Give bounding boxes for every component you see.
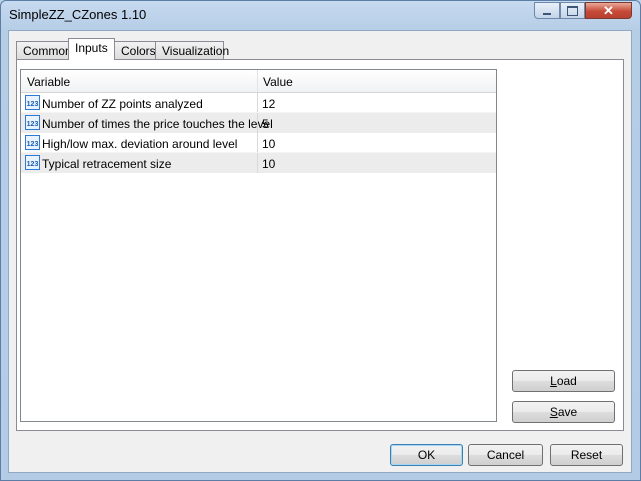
table-row[interactable]: 123 High/low max. deviation around level… (21, 133, 496, 153)
ok-button[interactable]: OK (390, 444, 463, 466)
column-divider[interactable] (257, 70, 258, 92)
tab-colors[interactable]: Colors (114, 41, 156, 60)
column-header-value[interactable]: Value (263, 75, 293, 89)
title-bar[interactable]: SimpleZZ_CZones 1.10 ✕ (1, 1, 640, 29)
save-button[interactable]: Save (512, 401, 615, 423)
numeric-123-icon: 123 (25, 155, 40, 170)
maximize-button[interactable] (560, 2, 585, 19)
numeric-123-icon: 123 (25, 135, 40, 150)
table-row[interactable]: 123 Typical retracement size 10 (21, 153, 496, 173)
table-row[interactable]: 123 Number of ZZ points analyzed 12 (21, 93, 496, 113)
load-mnemonic: L (550, 374, 557, 388)
numeric-123-icon: 123 (25, 115, 40, 130)
svg-text:123: 123 (27, 161, 39, 168)
variable-name: Number of times the price touches the le… (42, 117, 273, 131)
cell-divider (257, 113, 258, 133)
cell-divider (257, 133, 258, 153)
table-row[interactable]: 123 Number of times the price touches th… (21, 113, 496, 133)
reset-button[interactable]: Reset (550, 444, 623, 466)
variable-name: High/low max. deviation around level (42, 137, 238, 151)
cell-divider (257, 153, 258, 173)
tab-inputs[interactable]: Inputs (68, 38, 115, 60)
variable-value[interactable]: 12 (262, 97, 275, 111)
save-mnemonic: S (549, 405, 558, 419)
tab-visualization[interactable]: Visualization (155, 41, 229, 60)
close-icon: ✕ (603, 3, 614, 18)
variable-value[interactable]: 10 (262, 137, 275, 151)
cell-divider (257, 93, 258, 113)
save-label: ave (557, 405, 578, 419)
grid-header: Variable Value (21, 70, 496, 93)
minimize-icon (543, 12, 551, 15)
variable-value[interactable]: 5 (262, 117, 269, 131)
load-label: oad (556, 374, 577, 388)
cancel-button[interactable]: Cancel (468, 444, 543, 466)
window-title: SimpleZZ_CZones 1.10 (9, 7, 147, 22)
variable-name: Number of ZZ points analyzed (42, 97, 203, 111)
numeric-123-icon: 123 (25, 95, 40, 110)
column-header-variable[interactable]: Variable (27, 75, 70, 89)
variable-name: Typical retracement size (42, 157, 172, 171)
dialog-client-area: Common Inputs Colors Visualization Varia… (8, 30, 632, 473)
tab-common[interactable]: Common (16, 41, 72, 60)
svg-text:123: 123 (27, 101, 39, 108)
variable-value[interactable]: 10 (262, 157, 275, 171)
svg-text:123: 123 (27, 141, 39, 148)
minimize-button[interactable] (534, 2, 560, 19)
inputs-grid: Variable Value 123 Number of ZZ points a… (20, 69, 497, 422)
load-button[interactable]: Load (512, 370, 615, 392)
svg-text:123: 123 (27, 121, 39, 128)
maximize-icon (567, 5, 578, 16)
dialog-window: SimpleZZ_CZones 1.10 ✕ Common Inputs Col… (0, 0, 641, 481)
close-button[interactable]: ✕ (585, 2, 632, 19)
